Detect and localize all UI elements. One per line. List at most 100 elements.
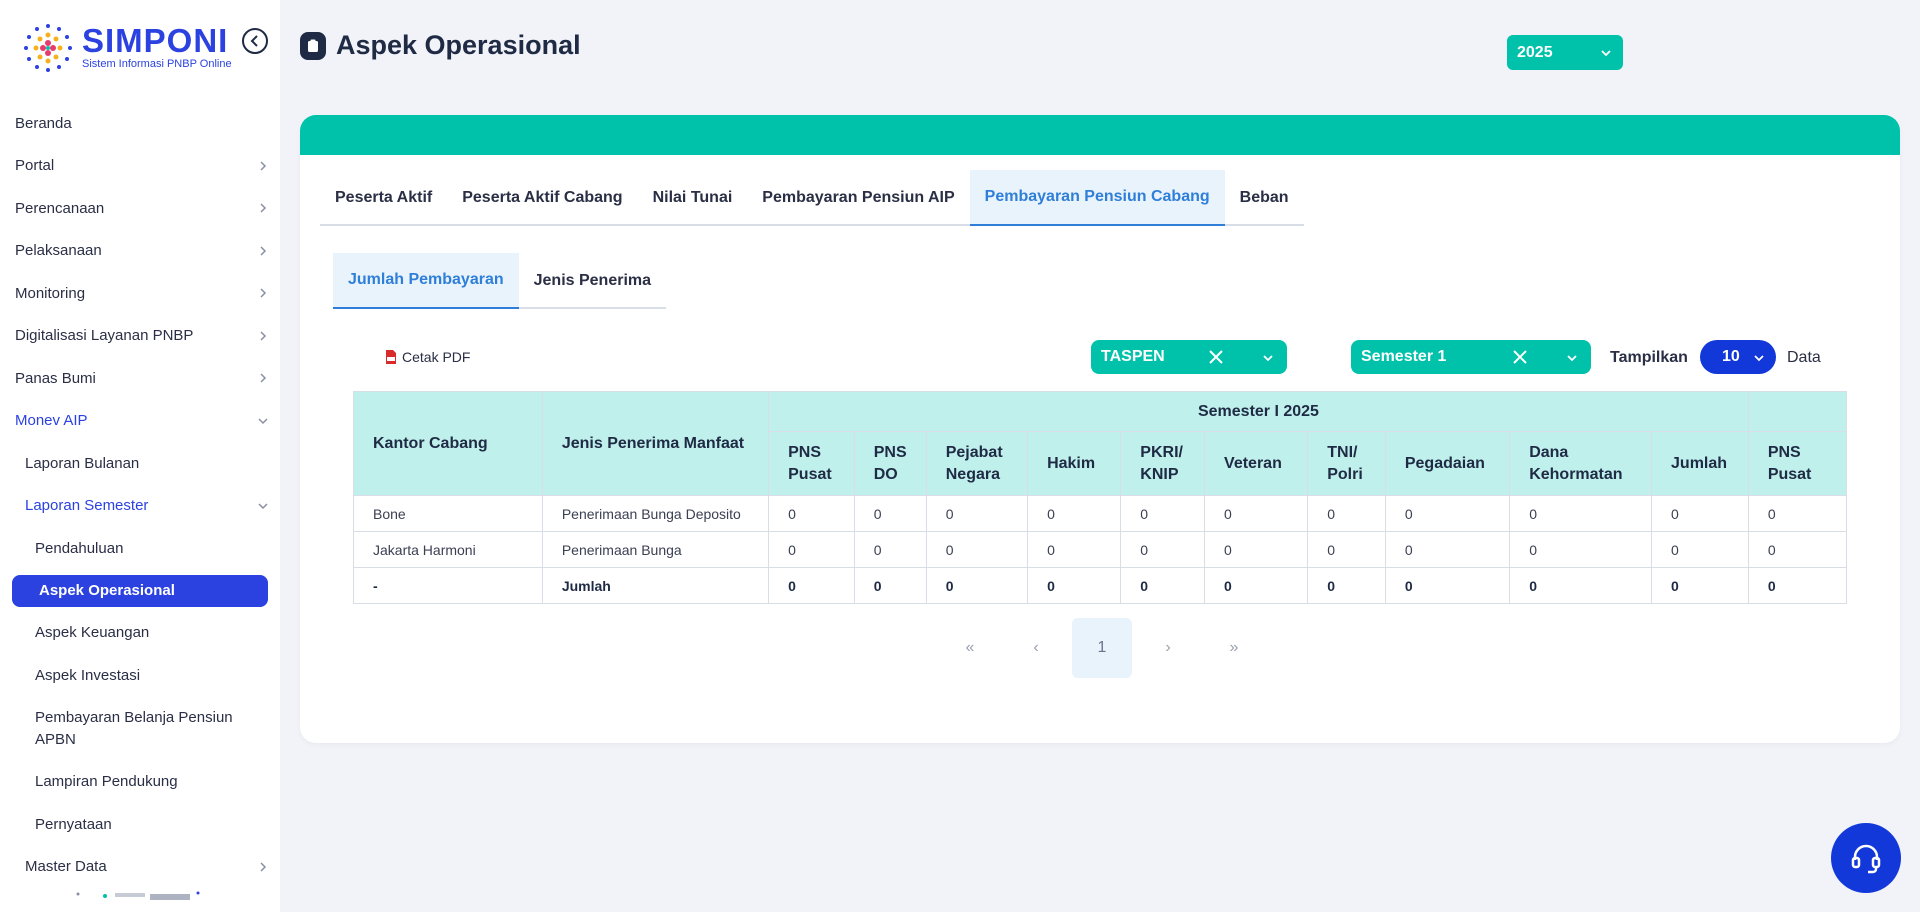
chevron-right-icon <box>260 331 267 341</box>
sidebar-item-aspek-investasi[interactable]: Aspek Investasi <box>0 654 280 697</box>
cell-kantor: - <box>353 567 543 604</box>
clear-icon[interactable] <box>1207 348 1225 366</box>
chevron-down-icon <box>258 503 268 509</box>
sidebar-item-laporan-semester[interactable]: Laporan Semester <box>0 485 280 528</box>
help-support-button[interactable] <box>1831 823 1901 893</box>
cell-kantor: Jakarta Harmoni <box>353 531 543 568</box>
sidebar-item-master-data[interactable]: Master Data <box>0 846 280 889</box>
col-header-sub: Dana Kehormatan <box>1509 431 1653 496</box>
sidebar-item-label: Digitalisasi Layanan PNBP <box>15 327 194 345</box>
sidebar-item-pembayaran-belanja-pensiun[interactable]: Pembayaran Belanja Pensiun APBN <box>0 697 280 761</box>
cell-value: 0 <box>1027 531 1122 568</box>
cell-value: 0 <box>1307 567 1386 604</box>
sidebar-item-perencanaan[interactable]: Perencanaan <box>0 187 280 230</box>
brand-subtitle: Sistem Informasi PNBP Online <box>82 58 232 70</box>
col-header-sub: PNS DO <box>853 431 927 496</box>
sidebar-item-label: Portal <box>15 157 55 175</box>
col-header-line: Dana <box>1529 443 1569 461</box>
cell-value: 0 <box>1307 531 1386 568</box>
cell-value: 0 <box>1509 531 1653 568</box>
sidebar-nav: Beranda Portal Perencanaan Pelaksanaan M… <box>0 102 280 888</box>
col-header-line: Polri <box>1327 465 1363 483</box>
cell-value: 0 <box>768 567 855 604</box>
tab-nilai-tunai[interactable]: Nilai Tunai <box>638 170 748 226</box>
tab-pembayaran-pensiun-aip[interactable]: Pembayaran Pensiun AIP <box>747 170 969 226</box>
sidebar-item-pernyataan[interactable]: Pernyataan <box>0 803 280 846</box>
prev-page-button[interactable]: ‹ <box>1006 618 1066 678</box>
tab-peserta-aktif-cabang[interactable]: Peserta Aktif Cabang <box>447 170 637 226</box>
cell-jenis: Penerimaan Bunga <box>541 531 770 568</box>
subtab-jumlah-pembayaran[interactable]: Jumlah Pembayaran <box>333 253 519 309</box>
cell-value: 0 <box>1120 495 1206 532</box>
subtab-jenis-penerima[interactable]: Jenis Penerima <box>519 253 666 309</box>
first-page-button[interactable]: « <box>940 618 1000 678</box>
col-header-sub: Pegadaian <box>1384 431 1511 496</box>
print-pdf-button[interactable]: Cetak PDF <box>385 349 470 365</box>
sidebar-item-pendahuluan[interactable]: Pendahuluan <box>0 527 280 570</box>
cell-jenis: Penerimaan Bunga Deposito <box>541 495 770 532</box>
sidebar-item-label: Monitoring <box>15 284 86 302</box>
cell-value: 0 <box>1120 531 1206 568</box>
col-header-line: Veteran <box>1224 454 1282 472</box>
semester-filter-value: Semester 1 <box>1361 348 1447 365</box>
col-header-line: Pusat <box>1767 465 1812 483</box>
tab-pembayaran-pensiun-cabang[interactable]: Pembayaran Pensiun Cabang <box>969 170 1225 226</box>
sidebar-item-label: Aspek Investasi <box>35 666 141 684</box>
page-size-select[interactable]: 10 <box>1700 340 1776 374</box>
col-header-line: PNS <box>873 443 907 461</box>
col-header-sub: Hakim <box>1027 431 1122 496</box>
page-1-button[interactable]: 1 <box>1072 618 1132 678</box>
sidebar-item-pelaksanaan[interactable]: Pelaksanaan <box>0 230 280 273</box>
cell-value: 0 <box>925 495 1029 532</box>
table-scroll-area[interactable]: Kantor Cabang Jenis Penerima Manfaat Sem… <box>353 391 1847 604</box>
sidebar-item-monev-aip[interactable]: Monev AIP <box>0 400 280 443</box>
chevron-right-icon <box>260 246 267 256</box>
sidebar-item-digitalisasi[interactable]: Digitalisasi Layanan PNBP <box>0 315 280 358</box>
cell-value: 0 <box>1204 495 1309 532</box>
clear-icon[interactable] <box>1511 348 1529 366</box>
sidebar-item-laporan-bulanan[interactable]: Laporan Bulanan <box>0 442 280 485</box>
cell-kantor: Bone <box>353 495 543 532</box>
sidebar-item-portal[interactable]: Portal <box>0 145 280 188</box>
tab-peserta-aktif[interactable]: Peserta Aktif <box>320 170 447 226</box>
col-header-sub: Pejabat Negara <box>925 431 1029 496</box>
collapse-sidebar-button[interactable] <box>242 28 268 54</box>
institution-filter-select[interactable]: TASPEN <box>1091 340 1287 374</box>
clipboard-icon <box>300 31 326 60</box>
col-header-line: PKRI/ <box>1140 443 1183 461</box>
next-page-button[interactable]: › <box>1138 618 1198 678</box>
col-header-line: Hakim <box>1047 454 1096 472</box>
tab-beban[interactable]: Beban <box>1225 170 1304 226</box>
page-title-text: Aspek Operasional <box>336 30 581 60</box>
sidebar-item-panas-bumi[interactable]: Panas Bumi <box>0 357 280 400</box>
card-header-band <box>300 115 1900 155</box>
sidebar-item-label: Laporan Semester <box>25 497 149 515</box>
chevron-down-icon <box>1263 355 1273 362</box>
sidebar-item-beranda[interactable]: Beranda <box>0 102 280 145</box>
cell-value: 0 <box>1651 495 1749 532</box>
cell-value: 0 <box>925 567 1029 604</box>
brand[interactable]: SIMPONI Sistem Informasi PNBP Online <box>18 18 238 80</box>
main-tabs: Peserta Aktif Peserta Aktif Cabang Nilai… <box>320 170 1304 226</box>
year-select[interactable]: 2025 <box>1507 35 1623 70</box>
col-header-sub: TNI/Polri <box>1307 431 1386 496</box>
sidebar-item-aspek-keuangan[interactable]: Aspek Keuangan <box>0 612 280 655</box>
sidebar-item-label: Panas Bumi <box>15 369 96 387</box>
sidebar-item-monitoring[interactable]: Monitoring <box>0 272 280 315</box>
print-pdf-label: Cetak PDF <box>402 349 471 365</box>
last-page-button[interactable]: » <box>1204 618 1264 678</box>
sidebar-item-aspek-operasional[interactable]: Aspek Operasional <box>12 574 268 607</box>
institution-filter-value: TASPEN <box>1101 348 1165 365</box>
page-size-value: 10 <box>1722 348 1740 365</box>
cell-value: 0 <box>1509 567 1653 604</box>
cell-jenis: Jumlah <box>541 567 770 604</box>
cell-value: 0 <box>1384 495 1511 532</box>
sidebar-item-lampiran-pendukung[interactable]: Lampiran Pendukung <box>0 761 280 804</box>
sidebar-item-label: Pernyataan <box>35 815 112 833</box>
chevron-left-icon <box>250 35 258 47</box>
semester-filter-select[interactable]: Semester 1 <box>1351 340 1591 374</box>
sub-tabs: Jumlah Pembayaran Jenis Penerima <box>333 253 667 309</box>
pagination: « ‹ 1 › » <box>940 618 1270 678</box>
col-header-line: DO <box>873 465 898 483</box>
sidebar: SIMPONI Sistem Informasi PNBP Online Ber… <box>0 0 280 912</box>
